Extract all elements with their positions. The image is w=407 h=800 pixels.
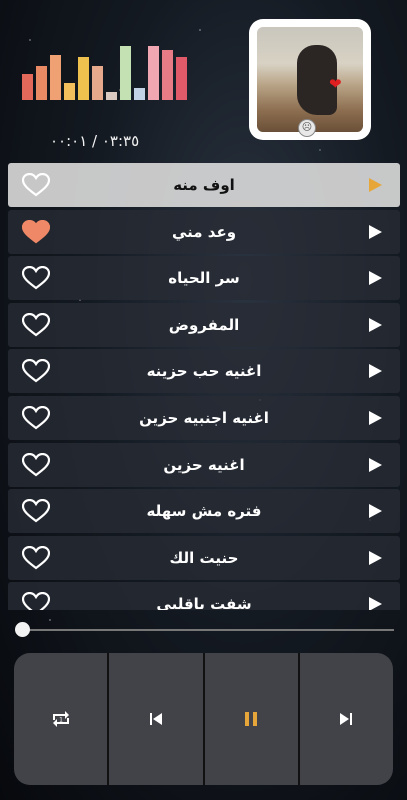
playlist-item[interactable]: حنيت الك xyxy=(8,535,400,580)
next-button[interactable] xyxy=(299,653,393,785)
play-arrow-icon[interactable] xyxy=(369,364,382,379)
play-arrow-icon[interactable] xyxy=(369,317,382,332)
play-arrow-icon[interactable] xyxy=(369,504,382,519)
heart-outline-icon[interactable] xyxy=(22,266,50,290)
pause-button[interactable] xyxy=(204,653,298,785)
playlist-item[interactable]: اوف منه xyxy=(8,163,400,207)
playlist-item[interactable]: سر الحياه xyxy=(8,256,400,301)
heart-outline-icon[interactable] xyxy=(22,405,50,430)
heart-outline-icon[interactable] xyxy=(22,499,50,523)
equalizer-bar xyxy=(78,57,89,100)
heart-outline-icon[interactable] xyxy=(22,452,50,477)
play-arrow-icon[interactable] xyxy=(369,457,382,472)
repeat-button[interactable]: 1 xyxy=(14,653,108,785)
sad-face-icon: ☹ xyxy=(298,119,316,137)
song-title: اوف منه xyxy=(173,176,235,194)
equalizer-bar xyxy=(134,88,145,100)
equalizer-bar xyxy=(50,55,61,100)
play-arrow-icon[interactable] xyxy=(369,550,382,565)
play-arrow-icon[interactable] xyxy=(369,178,382,192)
song-title: حنيت الك xyxy=(169,548,239,567)
equalizer-bar xyxy=(120,46,131,100)
svg-text:1: 1 xyxy=(59,717,63,724)
time-display: ٠٣:٣٥ / ٠٠:٠١ xyxy=(50,132,140,150)
heart-outline-icon[interactable] xyxy=(22,545,50,570)
seek-track[interactable] xyxy=(22,629,394,631)
song-title: وعد مني xyxy=(171,222,237,241)
playlist-item[interactable]: فتره مش سهله xyxy=(8,489,400,534)
song-title: اغنيه حزين xyxy=(163,455,245,474)
heart-filled-icon[interactable] xyxy=(22,219,50,244)
play-arrow-icon[interactable] xyxy=(369,271,382,286)
heart-outline-icon[interactable] xyxy=(22,173,50,197)
heart-outline-icon[interactable] xyxy=(22,592,50,610)
repeat-icon: 1 xyxy=(52,711,69,727)
equalizer-bar xyxy=(92,66,103,100)
equalizer-bar xyxy=(162,50,173,100)
playlist-item[interactable]: اغنيه اجنبيه حزين xyxy=(8,395,400,440)
pause-icon xyxy=(245,712,258,726)
playlist-item[interactable]: اغنيه حب حزينه xyxy=(8,349,400,394)
playlist-item[interactable]: وعد مني xyxy=(8,209,400,254)
equalizer-bar xyxy=(64,83,75,100)
play-arrow-icon[interactable] xyxy=(369,224,382,239)
seek-knob[interactable] xyxy=(15,622,30,637)
playlist[interactable]: اوف منه وعد مني سر الحياه المفروض اغنيه حب ح… xyxy=(8,163,400,610)
song-title: اغنيه اجنبيه حزين xyxy=(139,408,269,427)
skip-next-icon xyxy=(340,713,353,725)
playback-controls: 1 xyxy=(14,653,393,785)
playlist-item[interactable]: المفروض xyxy=(8,302,400,347)
song-title: المفروض xyxy=(168,315,240,334)
playlist-item[interactable]: شفت ياقلبي xyxy=(8,582,400,610)
seek-bar[interactable] xyxy=(14,622,394,638)
song-title: سر الحياه xyxy=(168,269,240,288)
song-title: اغنيه حب حزينه xyxy=(146,362,262,381)
equalizer-bar xyxy=(22,74,33,100)
song-title: فتره مش سهله xyxy=(146,502,262,521)
heart-outline-icon[interactable] xyxy=(22,312,50,337)
equalizer-bar xyxy=(106,92,117,100)
broken-heart-icon: ❤ xyxy=(329,75,342,93)
heart-outline-icon[interactable] xyxy=(22,359,50,383)
album-art: ❤ ☹ xyxy=(249,19,371,140)
equalizer-bar xyxy=(148,46,159,100)
playlist-item[interactable]: اغنيه حزين xyxy=(8,442,400,487)
play-arrow-icon[interactable] xyxy=(369,410,382,425)
song-title: شفت ياقلبي xyxy=(156,595,252,610)
skip-previous-icon xyxy=(149,713,162,725)
previous-button[interactable] xyxy=(109,653,203,785)
equalizer-bar xyxy=(176,57,187,100)
equalizer-visualizer xyxy=(22,38,198,100)
equalizer-bar xyxy=(36,66,47,100)
play-arrow-icon[interactable] xyxy=(369,597,382,610)
album-art-image: ❤ xyxy=(257,27,363,132)
